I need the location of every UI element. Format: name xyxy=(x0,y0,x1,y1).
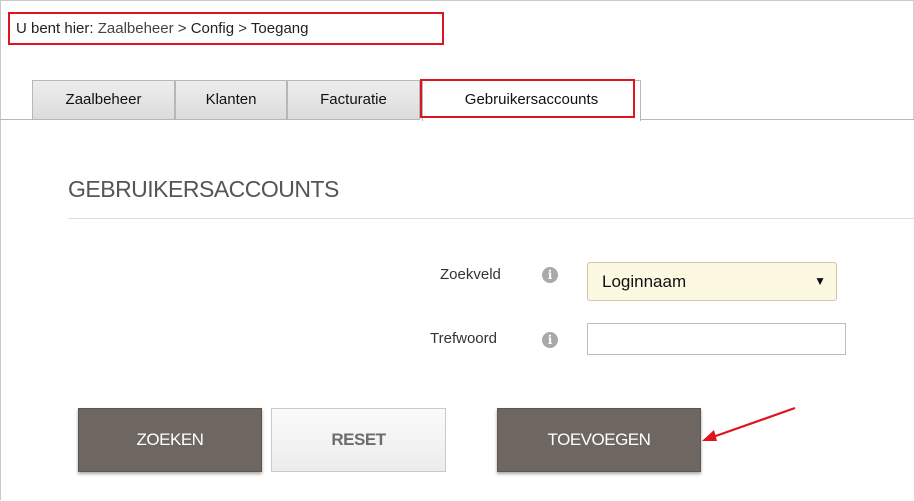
breadcrumb-item-toegang: Toegang xyxy=(250,20,309,37)
breadcrumb-item-config[interactable]: Config xyxy=(191,20,234,37)
red-arrow-icon xyxy=(702,406,796,441)
caret-down-icon: ▼ xyxy=(814,274,826,288)
add-button[interactable]: TOEVOEGEN xyxy=(497,408,701,472)
search-field-select-value: Loginnaam xyxy=(602,272,687,291)
search-field-label: Zoekveld xyxy=(440,266,501,283)
tab-bar-line xyxy=(641,119,914,120)
breadcrumb: U bent hier: Zaalbeheer > Config > Toega… xyxy=(8,12,444,45)
info-icon[interactable]: i xyxy=(542,332,558,348)
section-title: GEBRUIKERSACCOUNTS xyxy=(68,176,339,202)
breadcrumb-item-zaalbeheer[interactable]: Zaalbeheer xyxy=(98,20,174,37)
reset-button[interactable]: RESET xyxy=(271,408,446,472)
section-divider xyxy=(68,218,914,219)
breadcrumb-prefix: U bent hier: xyxy=(16,20,94,37)
breadcrumb-separator: > xyxy=(177,20,187,37)
keyword-input[interactable] xyxy=(587,323,846,355)
search-field-select[interactable]: Loginnaam ▼ xyxy=(587,262,837,301)
tab-zaalbeheer[interactable]: Zaalbeheer xyxy=(32,80,175,119)
tab-gebruikersaccounts[interactable]: Gebruikersaccounts xyxy=(422,80,641,121)
search-button[interactable]: ZOEKEN xyxy=(78,408,262,472)
tab-klanten[interactable]: Klanten xyxy=(175,80,287,119)
info-icon[interactable]: i xyxy=(542,267,558,283)
keyword-label: Trefwoord xyxy=(430,330,497,347)
breadcrumb-separator: > xyxy=(238,20,248,37)
tab-facturatie[interactable]: Facturatie xyxy=(287,80,420,119)
tab-bar-line xyxy=(0,119,420,120)
